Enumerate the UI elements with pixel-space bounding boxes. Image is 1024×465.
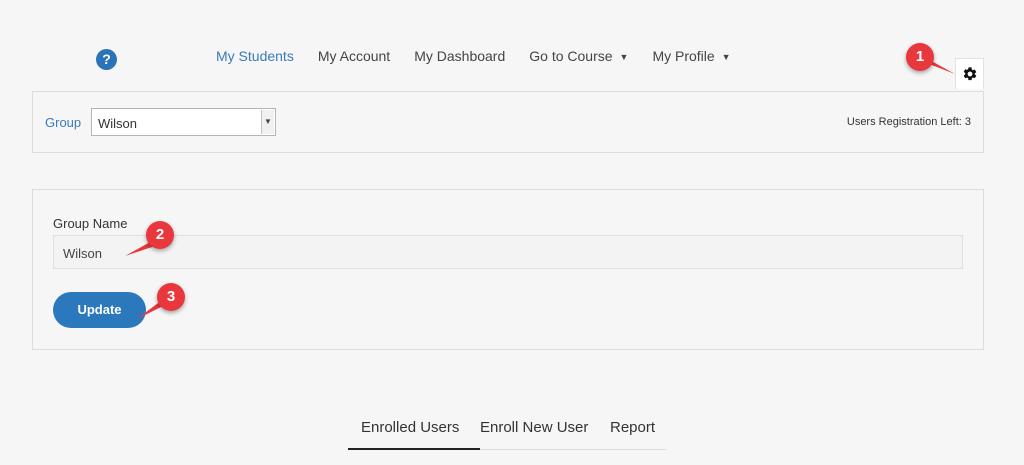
help-icon[interactable]: ? (96, 49, 117, 70)
tab-enrolled-users[interactable]: Enrolled Users (347, 419, 481, 450)
nav-my-account[interactable]: My Account (318, 48, 390, 64)
group-name-label: Group Name (53, 216, 128, 231)
callout-marker-2: 2 (146, 221, 174, 249)
callout-marker-1: 1 (906, 43, 934, 71)
tab-enroll-new-user[interactable]: Enroll New User (480, 419, 588, 436)
main-nav: My Students My Account My Dashboard Go t… (216, 48, 755, 64)
update-button[interactable]: Update (53, 292, 146, 328)
nav-my-account-label: My Account (317, 48, 391, 64)
chevron-down-icon: ▼ (619, 52, 629, 62)
gear-icon (963, 67, 976, 81)
settings-button[interactable] (955, 58, 984, 89)
user-tabs: Enrolled Users Enroll New User Report (347, 419, 666, 450)
nav-go-to-course[interactable]: Go to Course ▼ (529, 48, 628, 64)
chevron-down-icon: ▼ (721, 52, 731, 62)
nav-my-dashboard[interactable]: My Dashboard (414, 48, 505, 64)
tab-report[interactable]: Report (610, 419, 655, 436)
group-name-value: Wilson (63, 246, 103, 261)
nav-go-to-course-label: Go to Course (529, 48, 613, 64)
group-select[interactable]: Wilson ▼ (91, 108, 276, 136)
nav-my-students[interactable]: My Students (216, 48, 294, 64)
group-select-value: Wilson (98, 116, 138, 131)
nav-my-students-label: My Students (216, 48, 294, 64)
group-selector-panel: Group Wilson ▼ Users Registration Left: … (32, 91, 984, 153)
group-name-input[interactable]: Wilson (53, 235, 963, 269)
nav-my-profile-label: My Profile (652, 48, 715, 64)
chevron-down-icon[interactable]: ▼ (261, 110, 274, 134)
nav-my-profile[interactable]: My Profile ▼ (652, 48, 730, 64)
edit-group-panel: Group Name Wilson Update (32, 189, 984, 350)
registration-left-text: Users Registration Left: 3 (846, 116, 971, 128)
callout-marker-3: 3 (157, 283, 185, 311)
group-label: Group (45, 115, 82, 130)
nav-my-dashboard-label: My Dashboard (414, 48, 506, 64)
